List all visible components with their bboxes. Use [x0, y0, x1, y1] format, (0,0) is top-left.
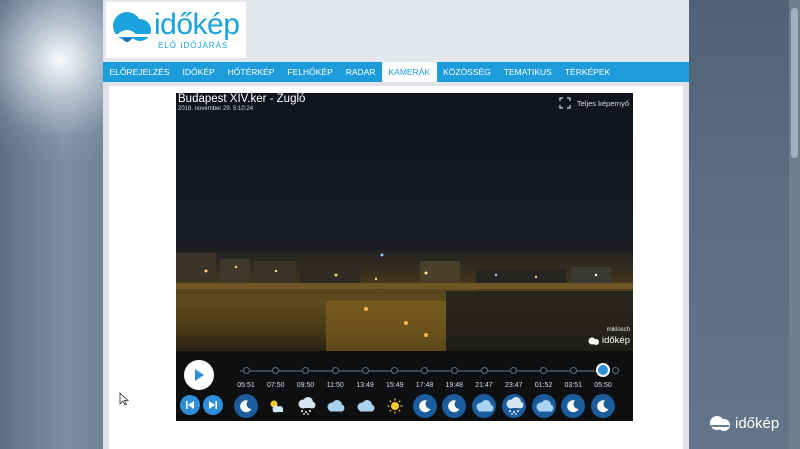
cloud-logo-icon [710, 416, 730, 431]
moon-icon[interactable] [591, 394, 615, 418]
timeline-current-marker[interactable] [596, 363, 610, 377]
timeline-controls: 05:51 07:50 09:50 11:50 13:49 15:49 17:48 19:48… [176, 351, 633, 421]
nav-item-hoterkep[interactable]: HŐTÉRKÉP [221, 62, 281, 82]
cloud-logo-icon [588, 337, 599, 345]
page-scrollbar[interactable] [789, 0, 800, 449]
expand-icon [559, 97, 571, 109]
nav-item-kamerak[interactable]: KAMERÁK [382, 62, 437, 82]
moon-icon[interactable] [561, 394, 586, 418]
timeline-time-label[interactable]: 13:49 [349, 382, 381, 389]
logo-tagline: ELŐ IDŐJÁRÁS [158, 41, 229, 50]
timeline-time-label[interactable]: 17:48 [409, 382, 441, 389]
timeline-dot[interactable] [242, 367, 250, 374]
timeline-dot[interactable] [450, 367, 458, 374]
moon-icon[interactable] [234, 394, 258, 418]
cloud-icon[interactable] [353, 394, 377, 418]
timeline-dot[interactable] [421, 367, 428, 374]
timeline-time-label[interactable]: 19:48 [438, 382, 470, 389]
nav-item-kozosseg[interactable]: KÖZÖSSÉG [437, 62, 498, 82]
nav-item-idokep[interactable]: IDŐKÉP [176, 62, 221, 82]
scrollbar-thumb[interactable] [791, 8, 798, 158]
cloud-icon[interactable] [323, 394, 347, 418]
skip-forward-icon [209, 401, 217, 409]
timeline-time-label[interactable]: 21:47 [468, 382, 500, 389]
nav-item-terkepek[interactable]: TÉRKÉPEK [558, 62, 616, 82]
cloud-icon[interactable] [531, 394, 556, 418]
mouse-cursor-icon [119, 392, 129, 406]
city-night-scene [176, 251, 633, 351]
snow-cloud-icon[interactable] [501, 394, 526, 418]
camera-watermark-text: időkép [602, 335, 630, 346]
page-container: időkép ELŐ IDŐJÁRÁS ELŐREJELZÉS IDŐKÉP H… [103, 0, 689, 449]
play-button[interactable] [184, 360, 214, 390]
timeline-dot[interactable] [612, 367, 619, 374]
fullscreen-button[interactable]: Teljes képernyő [559, 97, 629, 109]
fullscreen-label: Teljes képernyő [576, 98, 629, 108]
corner-watermark: időkép [708, 413, 779, 433]
corner-watermark-text: időkép [735, 414, 780, 432]
timeline-dot[interactable] [480, 367, 488, 374]
camera-watermark: időkép [588, 335, 630, 346]
skip-back-button[interactable] [180, 395, 200, 415]
timeline-time-label[interactable]: 03:51 [557, 382, 589, 389]
sun-cloud-icon[interactable] [264, 394, 288, 418]
skip-forward-button[interactable] [203, 395, 223, 415]
camera-title: Budapest XIV.ker - Zugló [178, 93, 306, 105]
timeline-time-label[interactable]: 15:49 [379, 382, 411, 389]
timeline-time-label[interactable]: 01:52 [528, 382, 560, 389]
main-content: Budapest XIV.ker - Zugló 2018. november … [109, 86, 683, 449]
timeline-dot[interactable] [569, 367, 577, 374]
cloud-sun-logo-icon [113, 12, 152, 42]
skip-back-icon [186, 401, 194, 409]
timeline-time-label[interactable]: 23:47 [498, 382, 530, 389]
cloud-icon[interactable] [472, 394, 496, 418]
timeline-dot[interactable] [361, 367, 369, 374]
timeline-time-label[interactable]: 05:51 [230, 382, 262, 389]
sun-icon[interactable] [383, 394, 407, 418]
nav-item-tematikus[interactable]: TEMATIKUS [497, 62, 558, 82]
timeline-dot[interactable] [302, 367, 309, 374]
camera-image[interactable]: Budapest XIV.ker - Zugló 2018. november … [176, 93, 633, 351]
camera-datetime: 2018. november 29. 5:10:24 [178, 106, 254, 112]
camera-uploader: miklosch [606, 327, 630, 333]
timeline-time-label[interactable]: 11:50 [319, 382, 351, 389]
timeline-time-label[interactable]: 07:50 [260, 382, 292, 389]
snow-cloud-icon[interactable] [294, 394, 318, 418]
timeline-dot[interactable] [272, 367, 280, 374]
timeline-time-label[interactable]: 09:50 [290, 382, 322, 389]
nav-item-radar[interactable]: RADAR [339, 62, 382, 82]
main-nav: ELŐREJELZÉS IDŐKÉP HŐTÉRKÉP FELHŐKÉP RAD… [103, 62, 689, 82]
timeline-time-label[interactable]: 05:50 [587, 382, 619, 389]
background-right [688, 0, 800, 449]
play-icon [195, 369, 204, 381]
site-header: időkép ELŐ IDŐJÁRÁS [103, 0, 689, 62]
logo-text: időkép [154, 8, 240, 41]
nav-item-felhokep[interactable]: FELHŐKÉP [281, 62, 339, 82]
moon-icon[interactable] [412, 394, 437, 418]
timeline-dot[interactable] [540, 367, 547, 374]
site-logo[interactable]: időkép ELŐ IDŐJÁRÁS [106, 2, 246, 58]
moon-icon[interactable] [442, 394, 467, 418]
nav-item-elorejelzes[interactable]: ELŐREJELZÉS [103, 62, 176, 82]
timeline-dot[interactable] [510, 367, 518, 374]
timeline-dot[interactable] [391, 367, 399, 374]
timeline-dot[interactable] [331, 367, 339, 374]
